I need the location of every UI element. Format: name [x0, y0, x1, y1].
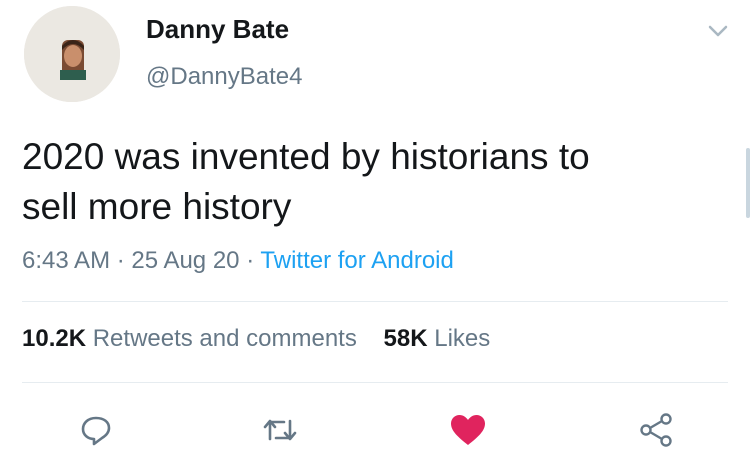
- heart-icon: [451, 415, 485, 445]
- user-display-name[interactable]: Danny Bate: [146, 14, 289, 45]
- retweets-stat[interactable]: 10.2K Retweets and comments: [22, 325, 357, 352]
- reply-button[interactable]: [76, 410, 116, 450]
- share-button[interactable]: [636, 410, 676, 450]
- tweet-source-link[interactable]: Twitter for Android: [260, 247, 453, 274]
- retweet-icon: [263, 419, 297, 441]
- user-handle[interactable]: @DannyBate4: [146, 63, 302, 91]
- chevron-down-icon[interactable]: [706, 22, 730, 40]
- divider: [22, 301, 728, 302]
- tweet-metadata: 6:43 AM · 25 Aug 20 · Twitter for Androi…: [22, 247, 454, 275]
- tweet-date[interactable]: 25 Aug 20: [131, 247, 239, 274]
- avatar-image: [24, 6, 120, 102]
- scrollbar[interactable]: [746, 148, 750, 218]
- retweets-label: Retweets and comments: [92, 325, 357, 352]
- likes-label: Likes: [434, 325, 491, 352]
- share-icon: [640, 413, 672, 447]
- tweet-stats: 10.2K Retweets and comments 58K Likes: [22, 325, 490, 353]
- retweet-button[interactable]: [260, 410, 300, 450]
- retweets-count: 10.2K: [22, 325, 87, 352]
- tweet-text-line: 2020 was invented by historians to: [22, 136, 590, 177]
- tweet-text-line: sell more history: [22, 186, 292, 227]
- tweet-time[interactable]: 6:43 AM: [22, 247, 110, 274]
- tweet-text: 2020 was invented by historians to sell …: [22, 132, 722, 232]
- reply-icon: [81, 416, 111, 446]
- divider: [22, 382, 728, 383]
- like-button[interactable]: [448, 410, 488, 450]
- avatar[interactable]: [24, 6, 120, 102]
- likes-stat[interactable]: 58K Likes: [384, 325, 491, 352]
- meta-separator: ·: [246, 247, 255, 274]
- meta-separator: ·: [116, 247, 125, 274]
- likes-count: 58K: [383, 325, 428, 352]
